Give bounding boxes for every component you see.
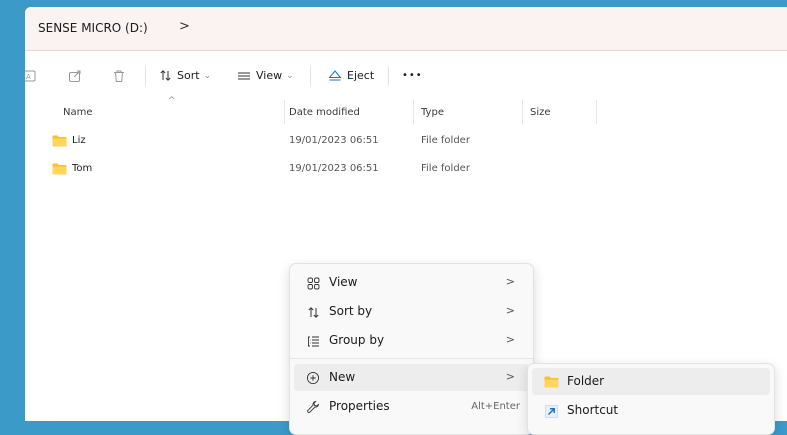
menu-divider [290,358,533,359]
view-button[interactable]: View ⌄ [237,51,294,100]
menu-item-view[interactable]: View > [294,269,529,296]
view-grid-icon [305,275,321,291]
rename-button[interactable]: A [25,51,36,100]
group-by-icon [305,333,321,349]
eject-label: Eject [347,69,375,82]
shortcut-hint: Alt+Enter [471,401,520,412]
column-header-size[interactable]: Size [530,107,551,118]
eject-icon [328,70,342,81]
view-label: View [256,69,283,82]
svg-text:A: A [26,73,31,81]
chevron-down-icon: ⌄ [203,70,212,81]
breadcrumb-drive[interactable]: SENSE MICRO (D:) [38,21,148,35]
column-divider[interactable] [413,100,414,124]
folder-icon [543,374,559,390]
file-row[interactable]: Liz 19/01/2023 06:51 File folder [25,129,787,155]
column-header: Name Date modified Type Size [25,100,787,124]
sort-button[interactable]: Sort ⌄ [159,51,211,100]
chevron-right-icon: > [505,333,515,346]
sort-icon [160,70,171,81]
menu-item-label: Sort by [329,304,373,318]
folder-icon [52,135,67,147]
toolbar-divider [145,66,146,86]
submenu-item-label: Shortcut [567,403,619,417]
new-plus-icon [305,370,321,386]
wrench-icon [305,399,321,415]
column-header-type[interactable]: Type [421,107,444,118]
eject-button[interactable]: Eject [328,51,374,100]
toolbar-divider [388,66,389,86]
submenu-item-folder[interactable]: Folder [532,368,770,395]
file-date-modified: 19/01/2023 06:51 [289,163,379,174]
sort-label: Sort [177,69,200,82]
chevron-right-icon: > [505,275,515,288]
see-more-button[interactable]: ••• [402,51,423,100]
delete-button[interactable] [112,51,126,100]
toolbar-divider [310,66,311,86]
context-menu: View > Sort by > Group by > New > Proper… [289,263,534,435]
column-header-name[interactable]: Name [63,107,93,118]
share-button[interactable] [68,51,82,100]
rename-icon: A [25,70,36,81]
delete-icon [114,70,124,82]
submenu-item-label: Folder [567,374,605,388]
submenu-item-shortcut[interactable]: Shortcut [532,397,770,424]
column-divider[interactable] [522,100,523,124]
file-date-modified: 19/01/2023 06:51 [289,135,379,146]
new-submenu: Folder Shortcut [527,363,775,435]
column-header-date[interactable]: Date modified [289,107,360,118]
more-dots-icon: ••• [402,70,423,81]
address-bar[interactable]: SENSE MICRO (D:) > [25,7,787,51]
menu-item-label: Group by [329,333,385,347]
file-name: Liz [72,135,86,146]
menu-item-properties[interactable]: Properties Alt+Enter [294,393,529,420]
chevron-right-icon: > [505,370,515,383]
menu-item-label: Properties [329,399,390,413]
column-divider[interactable] [284,100,285,124]
file-name: Tom [72,163,93,174]
shortcut-icon [543,403,559,419]
menu-item-label: New [329,370,356,384]
sort-icon [305,304,321,320]
menu-item-label: View [329,275,358,289]
file-type: File folder [421,135,470,146]
file-type: File folder [421,163,470,174]
menu-item-sort-by[interactable]: Sort by > [294,298,529,325]
menu-item-new[interactable]: New > [294,364,529,391]
column-divider[interactable] [596,100,597,124]
chevron-right-icon: > [505,304,515,317]
menu-item-group-by[interactable]: Group by > [294,327,529,354]
folder-icon [52,163,67,175]
command-bar: A Sort ⌄ View ⌄ Eject ••• [25,51,787,100]
view-list-icon [238,72,250,79]
breadcrumb-chevron-icon[interactable]: > [179,19,190,34]
share-icon [69,70,81,82]
chevron-down-icon: ⌄ [286,70,294,81]
file-row[interactable]: Tom 19/01/2023 06:51 File folder [25,157,787,183]
